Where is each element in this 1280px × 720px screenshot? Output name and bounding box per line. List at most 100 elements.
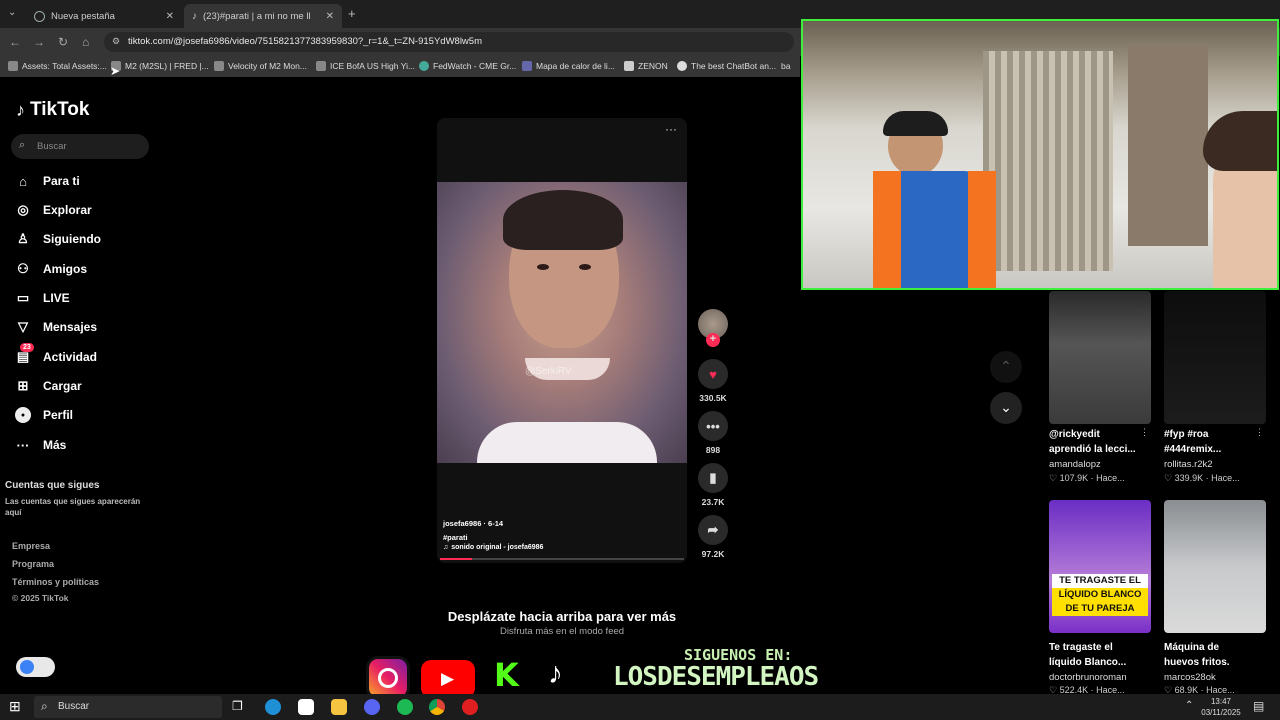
site-info-icon[interactable]: ⚙ bbox=[112, 36, 120, 47]
music-note-icon: ♫ bbox=[443, 544, 449, 551]
bookmark[interactable]: Assets: Total Assets:... bbox=[8, 61, 107, 71]
next-video-button[interactable]: ⌄ bbox=[990, 392, 1022, 424]
bookmark[interactable]: The best ChatBot an... bbox=[677, 61, 776, 71]
overlay-channel-name: LOSDESEMPLEAOS bbox=[613, 662, 819, 692]
bookmark-icon: ▮ bbox=[698, 463, 728, 493]
search-icon: ⌕ bbox=[19, 139, 26, 151]
following-section-desc: Las cuentas que sigues aparecerán aquí bbox=[5, 497, 141, 517]
nav-item-explorar[interactable]: ◎ Explorar bbox=[15, 202, 91, 218]
bookmark[interactable]: Velocity of M2 Mon... bbox=[214, 61, 307, 71]
clock[interactable]: 13:47 03/11/2025 bbox=[1200, 696, 1242, 718]
search-icon: ⌕ bbox=[41, 699, 48, 713]
footer-link[interactable]: Empresa bbox=[12, 541, 50, 551]
file-explorer-icon[interactable] bbox=[331, 699, 347, 715]
taskbar-search[interactable]: ⌕ Buscar bbox=[34, 696, 222, 718]
nav-item-actividad[interactable]: ▤ 23 Actividad bbox=[15, 343, 97, 365]
upload-icon: ⊞ bbox=[17, 378, 29, 393]
obs-icon[interactable] bbox=[462, 699, 478, 715]
video-author[interactable]: josefa6986 · 6-14 bbox=[443, 519, 503, 528]
taskbar: ⊞ ⌕ Buscar ❐ ⌃ 13:47 03/11/2025 ▤ bbox=[0, 694, 1280, 720]
tab-new[interactable]: Nueva pestaña ✕ bbox=[26, 4, 182, 28]
more-icon: ··· bbox=[16, 437, 30, 453]
like-button[interactable]: ♥ 330.5K bbox=[697, 359, 729, 403]
heart-icon: ♥ bbox=[698, 359, 728, 389]
spotify-icon[interactable] bbox=[397, 699, 413, 715]
video-sound[interactable]: ♫ sonido original - josefa6986 bbox=[443, 544, 543, 551]
nav-item-cargar[interactable]: ⊞ Cargar bbox=[15, 378, 82, 394]
video-hashtag[interactable]: #parati bbox=[443, 533, 468, 542]
share-button[interactable]: ➦ 97.2K bbox=[697, 515, 729, 559]
chevron-up-icon[interactable]: ⌃ bbox=[1185, 700, 1193, 711]
edge-icon[interactable] bbox=[265, 699, 281, 715]
chrome-icon[interactable] bbox=[429, 699, 445, 715]
play-icon: ▶ bbox=[441, 669, 455, 688]
related-video-user[interactable]: doctorbrunoroman bbox=[1049, 672, 1127, 683]
bookmark[interactable]: ba bbox=[781, 61, 790, 71]
home-icon: ⌂ bbox=[19, 173, 27, 189]
footer-link[interactable]: Programa bbox=[12, 559, 54, 569]
progress-track[interactable] bbox=[440, 558, 684, 560]
bookmark-icon bbox=[8, 61, 18, 71]
related-video-caption[interactable]: Máquina de huevos fritos. bbox=[1164, 640, 1274, 670]
tiktok-logo[interactable]: ♪ TikTok bbox=[16, 99, 89, 121]
copyright: © 2025 TikTok bbox=[12, 593, 69, 603]
previous-video-button[interactable]: ⌃ bbox=[990, 351, 1022, 383]
store-icon[interactable] bbox=[298, 699, 314, 715]
comment-button[interactable]: ••• 898 bbox=[697, 411, 729, 455]
more-options-icon[interactable]: ··· bbox=[665, 122, 677, 136]
follow-plus-icon[interactable]: + bbox=[706, 333, 720, 347]
bookmark[interactable]: ICE BofA US High Yi... bbox=[316, 61, 415, 71]
kebab-menu-icon[interactable]: ⋮ bbox=[1255, 427, 1264, 438]
related-video-user[interactable]: amandalopz bbox=[1049, 459, 1101, 470]
related-video-caption[interactable]: Te tragaste el líquido Blanco... bbox=[1049, 640, 1159, 670]
related-video-stats: ♡ 339.9K · Hace... bbox=[1164, 473, 1240, 483]
home-icon[interactable]: ⌂ bbox=[82, 35, 89, 49]
bookmark-icon bbox=[677, 61, 687, 71]
tab-menu-icon[interactable]: ⌄ bbox=[8, 7, 16, 18]
related-video-user[interactable]: marcos28ok bbox=[1164, 672, 1216, 683]
close-icon[interactable]: ✕ bbox=[166, 11, 174, 22]
bookmark[interactable]: FedWatch - CME Gr... bbox=[419, 61, 516, 71]
video-watermark: @SerkiRV bbox=[525, 366, 572, 377]
bookmark-icon bbox=[624, 61, 634, 71]
video-player[interactable]: ··· @SerkiRV josefa6986 · 6-14 #parati ♫… bbox=[437, 118, 687, 563]
footer-link[interactable]: Términos y políticas bbox=[12, 577, 99, 587]
video-frame[interactable]: @SerkiRV bbox=[437, 182, 687, 463]
reload-icon[interactable]: ↻ bbox=[58, 35, 68, 49]
creator-avatar[interactable]: + bbox=[697, 309, 729, 347]
nav-item-para-ti[interactable]: ⌂ Para ti bbox=[15, 173, 80, 189]
compass-icon: ◎ bbox=[17, 202, 29, 217]
cap-shape bbox=[883, 111, 948, 136]
bookmark[interactable]: M2 (M2SL) | FRED |... bbox=[111, 61, 209, 71]
nav-item-perfil[interactable]: ● Perfil bbox=[15, 407, 73, 423]
related-video-thumbnail[interactable] bbox=[1164, 500, 1266, 633]
bookmark[interactable]: ZENON bbox=[624, 61, 668, 71]
tab-tiktok[interactable]: ♪ (23)#parati | a mi no me llame... ✕ bbox=[184, 4, 342, 28]
bookmark[interactable]: Mapa de calor de li... bbox=[522, 61, 615, 71]
new-tab-icon[interactable]: + bbox=[348, 6, 356, 21]
toggle-switch[interactable] bbox=[16, 657, 55, 677]
notification-icon[interactable]: ▤ bbox=[1253, 699, 1264, 713]
nav-item-siguiendo[interactable]: ♙ Siguiendo bbox=[15, 231, 101, 247]
url-input[interactable]: ⚙ tiktok.com/@josefa6986/video/751582137… bbox=[104, 32, 794, 52]
forward-icon[interactable]: → bbox=[33, 35, 45, 49]
related-video-thumbnail[interactable] bbox=[1049, 291, 1151, 424]
activity-icon: ▤ 23 bbox=[15, 343, 34, 365]
related-video-thumbnail[interactable]: TE TRAGASTE EL LÍQUIDO BLANCO DE TU PARE… bbox=[1049, 500, 1151, 633]
kebab-menu-icon[interactable]: ⋮ bbox=[1140, 427, 1149, 438]
save-button[interactable]: ▮ 23.7K bbox=[697, 463, 729, 507]
nav-item-mensajes[interactable]: ▽ Mensajes bbox=[15, 319, 97, 335]
nav-item-mas[interactable]: ··· Más bbox=[15, 437, 67, 453]
windows-start-icon[interactable]: ⊞ bbox=[9, 698, 21, 715]
nav-item-amigos[interactable]: ⚇ Amigos bbox=[15, 261, 87, 277]
related-video-thumbnail[interactable] bbox=[1164, 291, 1266, 424]
task-view-icon[interactable]: ❐ bbox=[232, 699, 248, 715]
back-icon[interactable]: ← bbox=[9, 35, 21, 49]
close-icon[interactable]: ✕ bbox=[326, 11, 334, 22]
search-input[interactable]: ⌕ Buscar bbox=[11, 134, 149, 159]
vest-shape bbox=[968, 171, 996, 288]
discord-icon[interactable] bbox=[364, 699, 380, 715]
nav-item-live[interactable]: ▭ LIVE bbox=[15, 290, 70, 306]
kick-icon: K bbox=[494, 656, 519, 694]
related-video-user[interactable]: rollitas.r2k2 bbox=[1164, 459, 1213, 470]
